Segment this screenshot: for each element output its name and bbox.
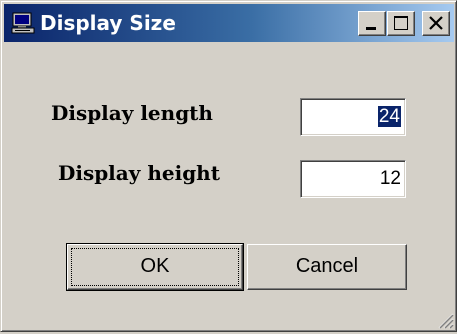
display-size-dialog: Display Size Display length 24 Display h… xyxy=(0,0,457,332)
minimize-button[interactable] xyxy=(358,11,386,36)
close-button[interactable] xyxy=(422,11,450,36)
display-height-input[interactable]: 12 xyxy=(300,160,406,198)
ok-button[interactable]: OK xyxy=(66,243,244,291)
window-title: Display Size xyxy=(40,11,176,35)
cancel-button[interactable]: Cancel xyxy=(247,244,407,290)
maximize-button[interactable] xyxy=(387,11,415,36)
display-length-input[interactable]: 24 xyxy=(300,98,406,136)
title-bar[interactable]: Display Size xyxy=(4,4,454,42)
display-length-value: 24 xyxy=(377,106,401,127)
display-height-value: 12 xyxy=(379,168,401,189)
resize-grip-icon[interactable] xyxy=(436,311,454,329)
focus-rectangle xyxy=(71,248,239,286)
cancel-button-label: Cancel xyxy=(295,255,359,277)
display-length-label: Display length xyxy=(51,101,213,125)
computer-icon xyxy=(11,12,35,34)
display-height-label: Display height xyxy=(58,161,220,185)
